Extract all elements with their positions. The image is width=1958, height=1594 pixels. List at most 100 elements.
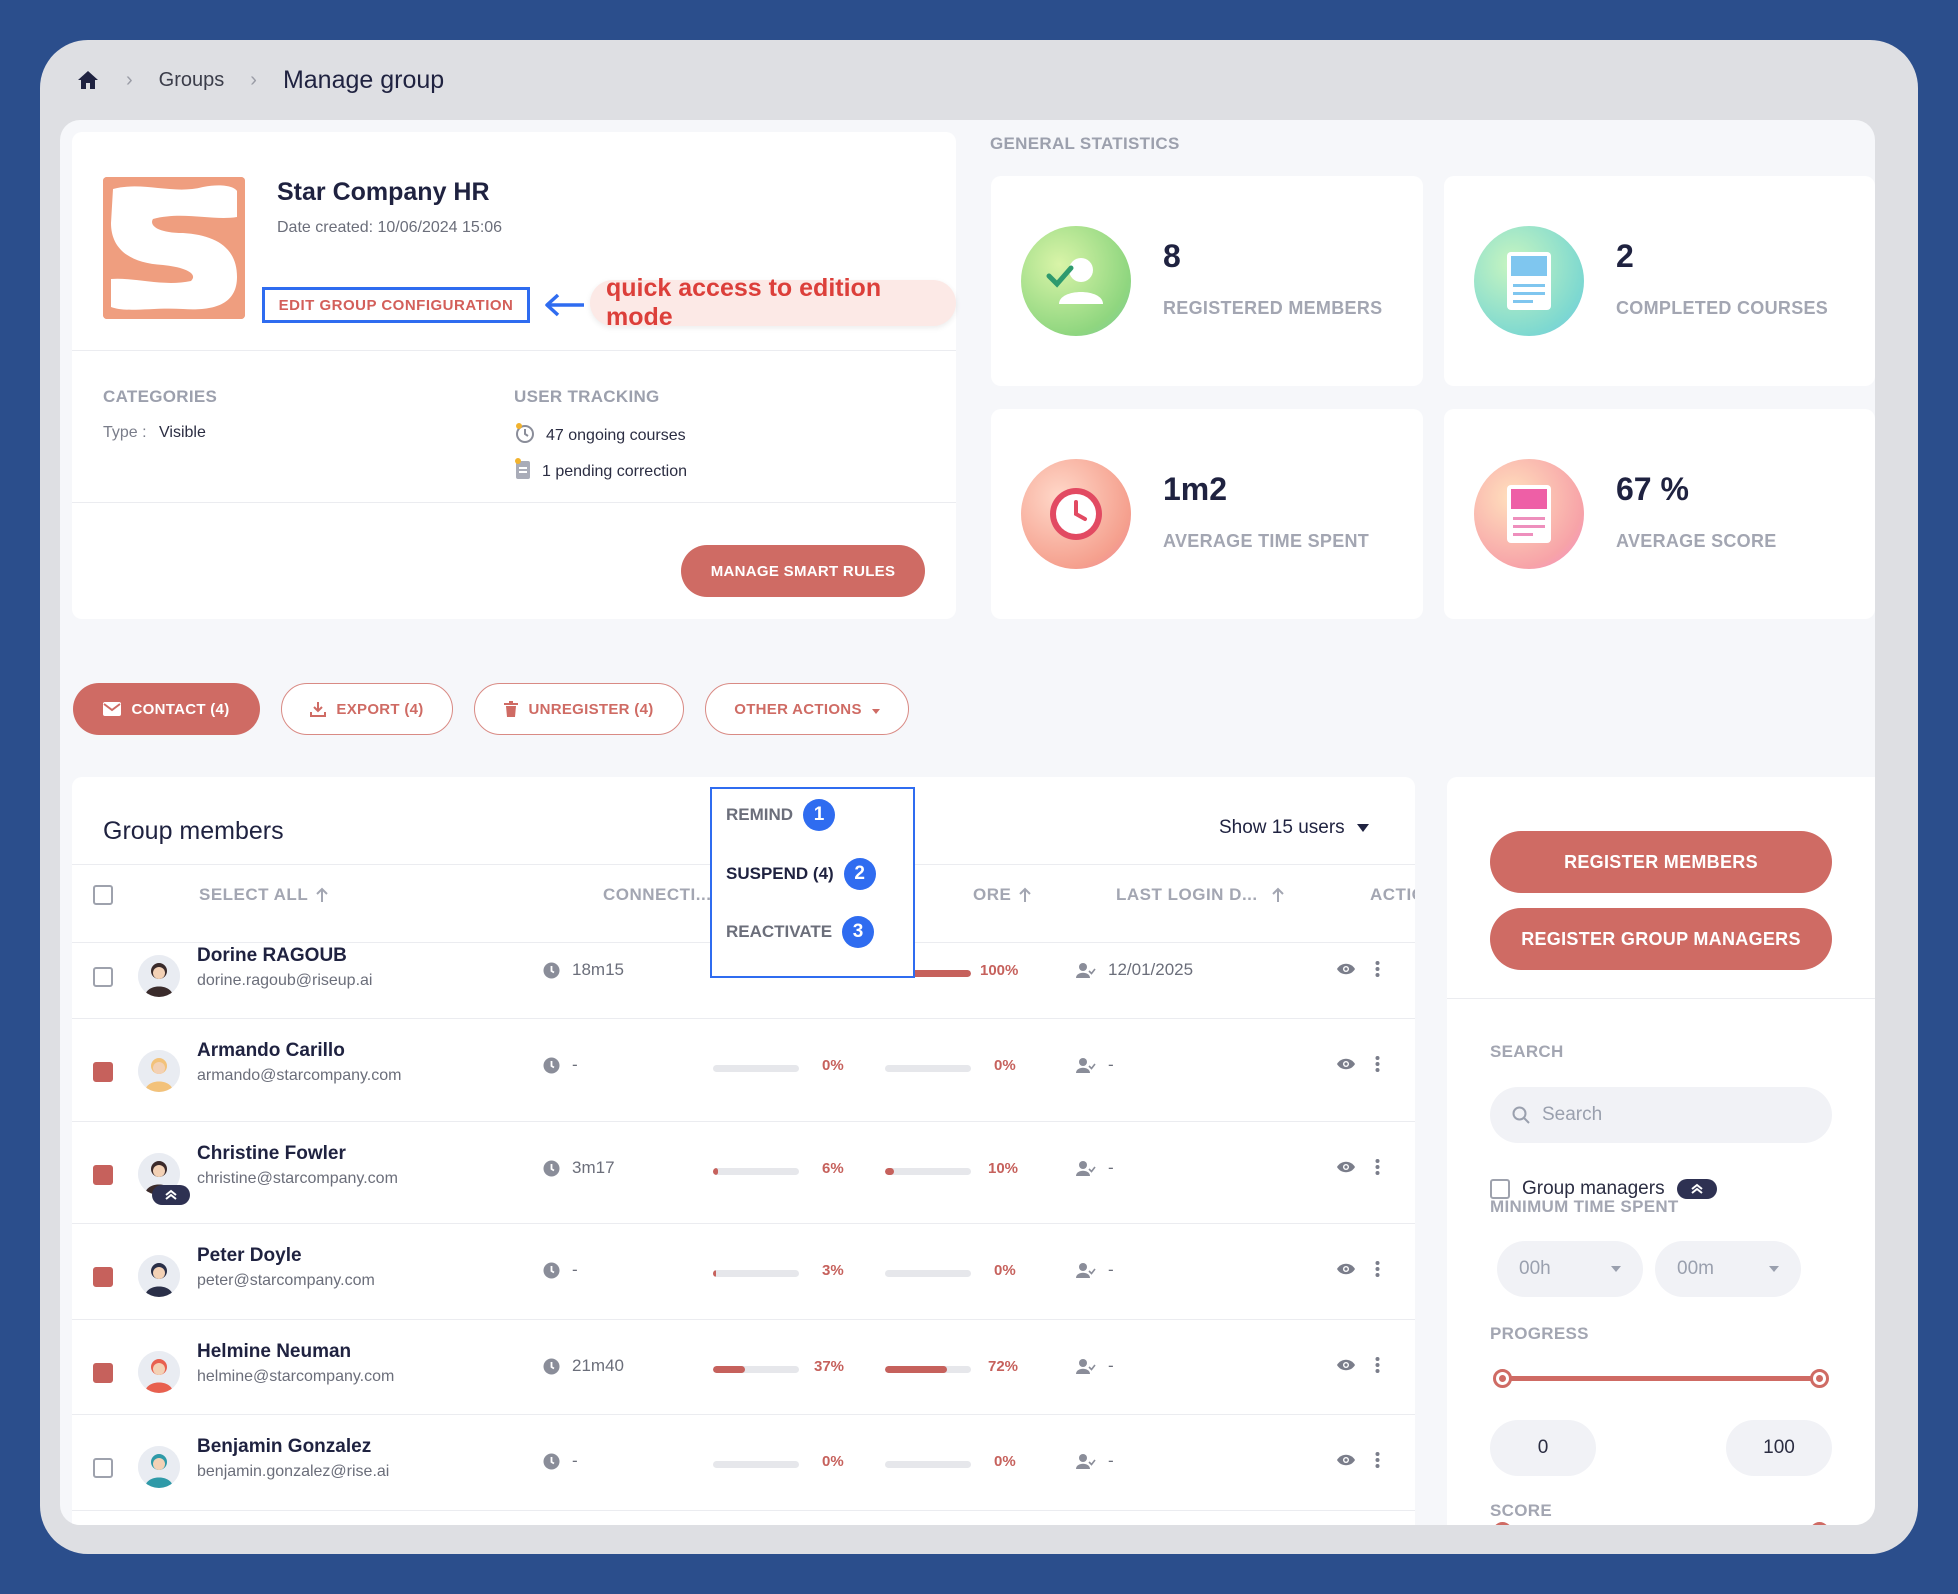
stat-label: REGISTERED MEMBERS bbox=[1163, 298, 1383, 318]
eye-icon[interactable] bbox=[1336, 1160, 1356, 1179]
row-checkbox[interactable] bbox=[93, 967, 113, 987]
contact-label: CONTACT (4) bbox=[131, 700, 230, 718]
menu-item-suspend[interactable]: SUSPEND (4) 2 bbox=[726, 858, 876, 890]
ongoing-courses: 47 ongoing courses bbox=[514, 422, 686, 449]
row-checkbox[interactable] bbox=[93, 1363, 113, 1383]
manage-smart-rules-button[interactable]: MANAGE SMART RULES bbox=[681, 545, 925, 597]
other-actions-button[interactable]: OTHER ACTIONS bbox=[705, 683, 909, 735]
progress-min-input[interactable]: 0 bbox=[1490, 1420, 1596, 1476]
minutes-select[interactable]: 00m bbox=[1655, 1241, 1801, 1297]
sort-up-icon bbox=[1271, 887, 1284, 902]
divider bbox=[72, 1414, 1415, 1415]
edit-group-configuration-button[interactable]: EDIT GROUP CONFIGURATION bbox=[262, 287, 530, 323]
row-checkbox[interactable] bbox=[93, 1062, 113, 1082]
slider-max-handle[interactable] bbox=[1810, 1522, 1829, 1525]
table-row[interactable]: Benjamin Gonzalez benjamin.gonzalez@rise… bbox=[72, 1436, 1415, 1525]
score-percent: 0% bbox=[994, 1057, 1016, 1074]
last-login-value: 12/01/2025 bbox=[1108, 960, 1194, 979]
eye-icon[interactable] bbox=[1336, 1358, 1356, 1377]
slider-min-handle[interactable] bbox=[1493, 1369, 1512, 1388]
row-checkbox[interactable] bbox=[93, 1458, 113, 1478]
stat-value: 2 bbox=[1616, 238, 1634, 274]
users-icon bbox=[1021, 226, 1131, 336]
menu-item-reactivate[interactable]: REACTIVATE 3 bbox=[726, 916, 875, 948]
score-fill bbox=[885, 1168, 894, 1175]
search-label: SEARCH bbox=[1490, 1042, 1564, 1061]
search-input[interactable] bbox=[1542, 1104, 1802, 1126]
connection-time: - bbox=[543, 1055, 578, 1075]
eye-icon[interactable] bbox=[1336, 1453, 1356, 1472]
progress-label: PROGRESS bbox=[1490, 1324, 1589, 1343]
avatar bbox=[138, 1050, 180, 1092]
home-icon[interactable] bbox=[76, 68, 100, 92]
group-managers-checkbox[interactable] bbox=[1490, 1179, 1510, 1199]
hours-select[interactable]: 00h bbox=[1497, 1241, 1643, 1297]
step-badge: 2 bbox=[843, 858, 876, 890]
unregister-button[interactable]: UNREGISTER (4) bbox=[474, 683, 684, 735]
course-icon bbox=[1474, 226, 1584, 336]
eye-icon[interactable] bbox=[1336, 1057, 1356, 1076]
connection-time-value: 21m40 bbox=[572, 1356, 624, 1375]
breadcrumb-groups[interactable]: Groups bbox=[159, 69, 225, 92]
user-check-icon bbox=[1076, 963, 1096, 978]
export-button[interactable]: EXPORT (4) bbox=[281, 683, 453, 735]
clock-icon bbox=[543, 1358, 560, 1374]
select-all-checkbox[interactable] bbox=[93, 885, 113, 905]
member-name: Benjamin Gonzalez bbox=[197, 1436, 372, 1457]
category-type: Type : Visible bbox=[103, 424, 206, 442]
register-group-managers-button[interactable]: REGISTER GROUP MANAGERS bbox=[1490, 908, 1832, 970]
clock-icon bbox=[543, 962, 560, 978]
column-last-login[interactable]: LAST LOGIN D... bbox=[1116, 885, 1284, 905]
more-options-icon[interactable] bbox=[1375, 961, 1380, 982]
clock-icon bbox=[514, 422, 536, 449]
member-email: peter@starcompany.com bbox=[197, 1272, 375, 1289]
register-members-button[interactable]: REGISTER MEMBERS bbox=[1490, 831, 1832, 893]
caret-down-icon bbox=[1611, 1266, 1621, 1272]
member-name: Armando Carillo bbox=[197, 1040, 345, 1061]
member-name: Christine Fowler bbox=[197, 1143, 346, 1164]
minutes-value: 00m bbox=[1677, 1258, 1714, 1279]
connection-time-value: - bbox=[572, 1055, 578, 1074]
connection-time-value: - bbox=[572, 1260, 578, 1279]
row-checkbox[interactable] bbox=[93, 1165, 113, 1185]
score-bar bbox=[885, 1168, 971, 1175]
column-score[interactable]: ORE bbox=[973, 885, 1032, 905]
divider bbox=[72, 350, 956, 351]
contact-button[interactable]: CONTACT (4) bbox=[73, 683, 260, 735]
eye-icon[interactable] bbox=[1336, 1262, 1356, 1281]
divider bbox=[72, 502, 956, 503]
menu-item-remind[interactable]: REMIND 1 bbox=[726, 799, 836, 831]
score-bar bbox=[885, 1366, 971, 1373]
progress-max-input[interactable]: 100 bbox=[1726, 1420, 1832, 1476]
connection-time: 21m40 bbox=[543, 1356, 624, 1376]
connection-time-value: 18m15 bbox=[572, 960, 624, 979]
slider-min-handle[interactable] bbox=[1493, 1522, 1512, 1525]
eye-icon[interactable] bbox=[1336, 962, 1356, 981]
group-members-title: Group members bbox=[103, 817, 284, 845]
show-users-select[interactable]: Show 15 users bbox=[1219, 817, 1369, 839]
score-percent: 72% bbox=[988, 1358, 1019, 1375]
breadcrumb: › Groups › Manage group bbox=[76, 62, 444, 98]
progress-slider[interactable] bbox=[1493, 1369, 1829, 1388]
clock-icon bbox=[543, 1262, 560, 1278]
more-options-icon[interactable] bbox=[1375, 1357, 1380, 1378]
stat-average-score: 67 % AVERAGE SCORE bbox=[1444, 409, 1875, 619]
row-checkbox[interactable] bbox=[93, 1267, 113, 1287]
caret-down-icon bbox=[1769, 1266, 1779, 1272]
manager-badge-icon bbox=[152, 1185, 190, 1205]
user-check-icon bbox=[1076, 1161, 1096, 1176]
search-field[interactable] bbox=[1490, 1087, 1832, 1143]
more-options-icon[interactable] bbox=[1375, 1261, 1380, 1282]
stat-value: 8 bbox=[1163, 238, 1181, 274]
more-options-icon[interactable] bbox=[1375, 1452, 1380, 1473]
avatar bbox=[138, 955, 180, 997]
more-options-icon[interactable] bbox=[1375, 1159, 1380, 1180]
more-options-icon[interactable] bbox=[1375, 1056, 1380, 1077]
column-select-all[interactable]: SELECT ALL bbox=[199, 885, 328, 905]
sort-up-icon bbox=[1019, 887, 1032, 902]
score-icon bbox=[1474, 459, 1584, 569]
slider-max-handle[interactable] bbox=[1810, 1369, 1829, 1388]
ongoing-courses-text: 47 ongoing courses bbox=[546, 426, 686, 444]
trash-icon bbox=[504, 701, 519, 717]
general-statistics-label: GENERAL STATISTICS bbox=[990, 134, 1180, 153]
